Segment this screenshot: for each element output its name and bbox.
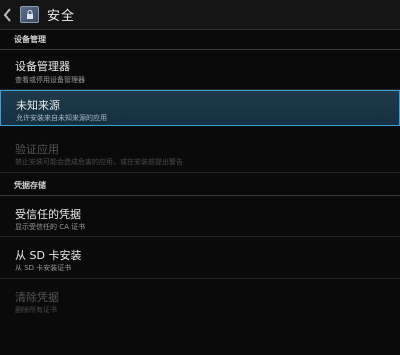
action-bar: 安全 xyxy=(0,0,400,30)
pref-title: 从 SD 卡安装 xyxy=(15,249,82,262)
pref-summary: 从 SD 卡安装证书 xyxy=(15,264,72,272)
pref-title: 未知来源 xyxy=(16,99,60,112)
back-chevron-icon xyxy=(3,7,11,22)
settings-app-icon xyxy=(20,6,39,23)
section-label: 设备管理 xyxy=(14,35,46,44)
pref-unknown-sources[interactable]: 未知来源 允许安装来自未知来源的应用 xyxy=(0,90,400,126)
pref-title: 设备管理器 xyxy=(15,60,70,73)
section-header-device: 设备管理 xyxy=(0,30,400,50)
pref-summary: 禁止安装可能会造成危害的应用，或在安装前提出警告 xyxy=(15,158,183,166)
section-header-credentials: 凭据存储 xyxy=(0,176,400,196)
pref-verify-apps: 验证应用 禁止安装可能会造成危害的应用，或在安装前提出警告 xyxy=(0,135,400,173)
pref-summary: 查看或停用设备管理器 xyxy=(15,76,85,84)
pref-title: 清除凭据 xyxy=(15,291,59,304)
pref-device-admin[interactable]: 设备管理器 查看或停用设备管理器 xyxy=(0,50,400,90)
pref-summary: 允许安装来自未知来源的应用 xyxy=(16,114,107,122)
pref-clear-credentials: 清除凭据 删除所有证书 xyxy=(0,279,400,321)
section-label: 凭据存储 xyxy=(14,181,46,190)
pref-trusted-credentials[interactable]: 受信任的凭据 显示受信任的 CA 证书 xyxy=(0,197,400,237)
pref-title: 验证应用 xyxy=(15,143,59,156)
page-title: 安全 xyxy=(47,9,76,24)
pref-summary: 显示受信任的 CA 证书 xyxy=(15,223,86,231)
pref-install-from-sd[interactable]: 从 SD 卡安装 从 SD 卡安装证书 xyxy=(0,237,400,279)
pref-summary: 删除所有证书 xyxy=(15,306,57,314)
pref-title: 受信任的凭据 xyxy=(15,208,81,221)
